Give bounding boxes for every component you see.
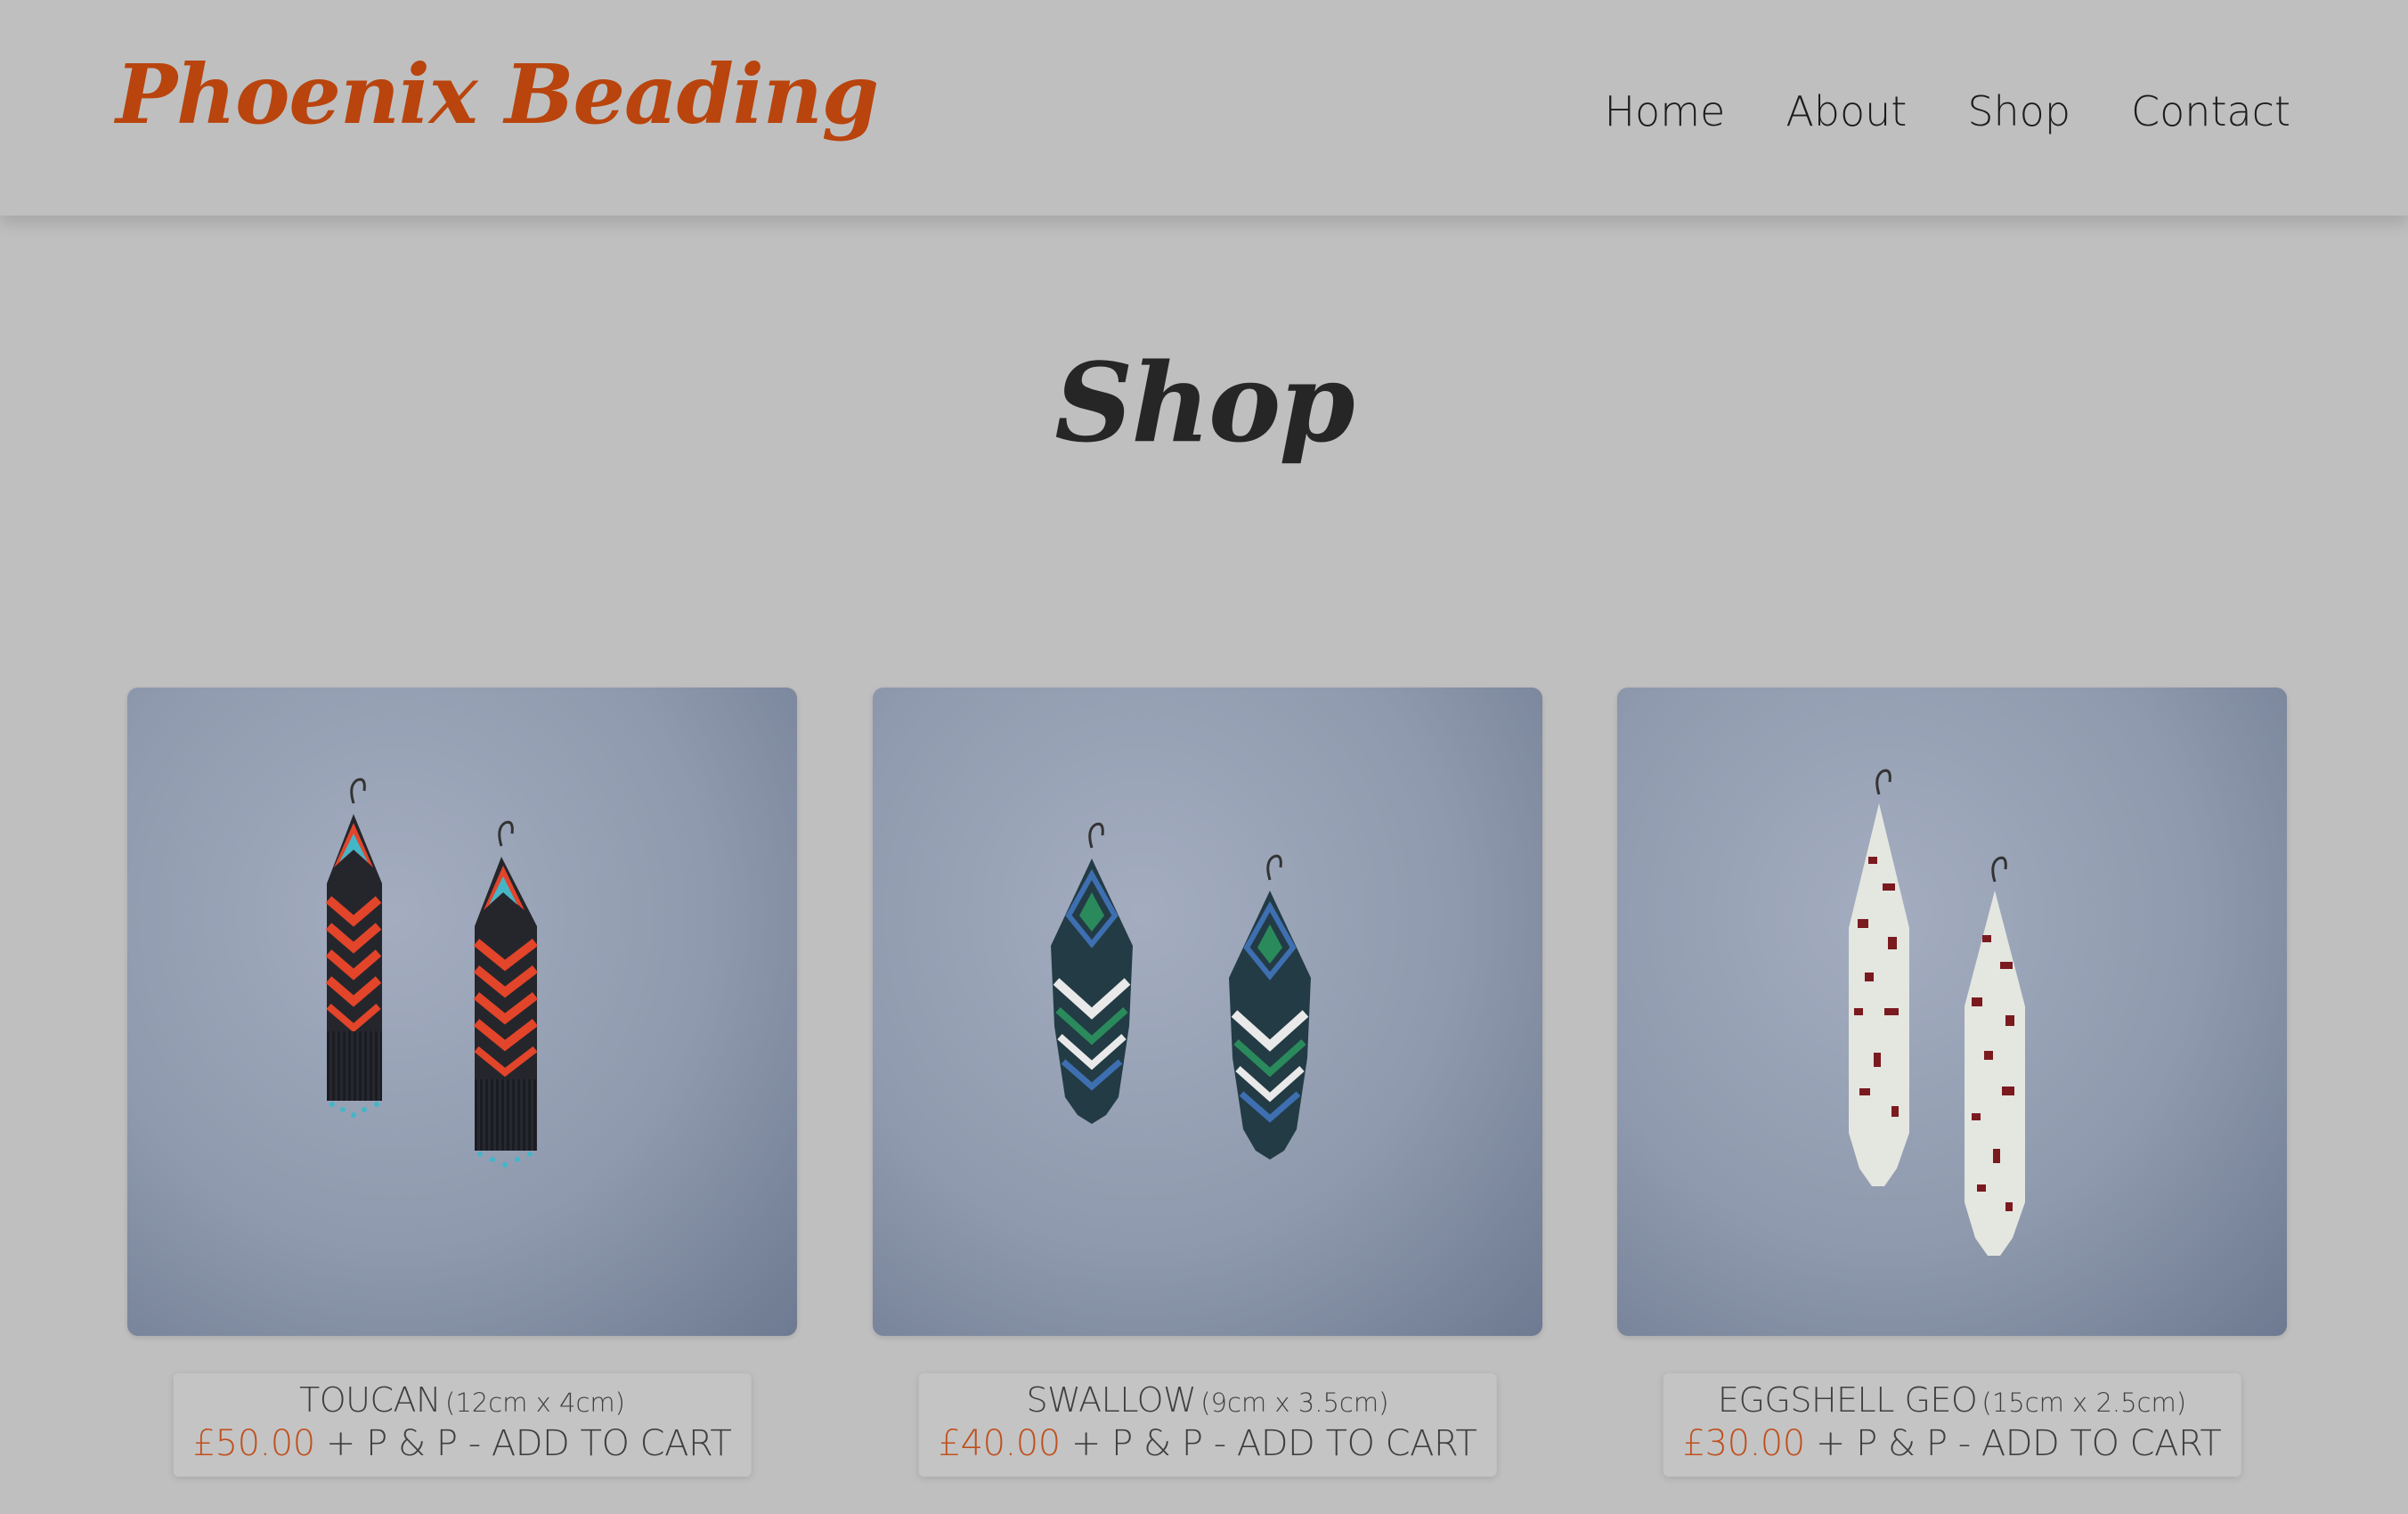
postage-note: + P & P - [325, 1423, 481, 1464]
product-caption-toucan: TOUCAN (12cm x 4cm) £50.00 + P & P - ADD… [173, 1373, 752, 1477]
product-caption-eggshell-geo: EGGSHELL GEO (15cm x 2.5cm) £30.00 + P &… [1663, 1373, 2241, 1477]
earring-right [1965, 856, 2025, 1256]
nav-contact-link[interactable]: Contact [2131, 87, 2290, 135]
product-size: (12cm x 4cm) [445, 1388, 625, 1418]
main-nav: Home About Shop Contact [1604, 87, 2290, 135]
site-logo[interactable]: Phoenix Beading [116, 46, 879, 142]
product-card-toucan: TOUCAN (12cm x 4cm) £50.00 + P & P - ADD… [127, 688, 797, 1477]
product-caption-swallow: SWALLOW (9cm x 3.5cm) £40.00 + P & P - A… [918, 1373, 1497, 1477]
product-name[interactable]: EGGSHELL GEO [1718, 1380, 1978, 1420]
product-name[interactable]: TOUCAN [299, 1380, 441, 1420]
earring-right [1229, 854, 1311, 1160]
product-image-toucan[interactable] [127, 688, 797, 1336]
earring-right [473, 820, 539, 1168]
earring-left [1051, 822, 1133, 1124]
eggshell-geo-earrings-illustration [1849, 769, 2025, 1256]
product-name[interactable]: SWALLOW [1027, 1380, 1197, 1420]
product-price: £50.00 [192, 1423, 315, 1464]
postage-note: + P & P - [1070, 1423, 1226, 1464]
swallow-earrings-illustration [1051, 822, 1311, 1160]
postage-note: + P & P - [1815, 1423, 1971, 1464]
site-header: Phoenix Beading Home About Shop Contact [0, 0, 2408, 216]
earring-left [325, 777, 382, 1118]
earring-left [1849, 769, 1909, 1186]
add-to-cart-link[interactable]: ADD TO CART [492, 1423, 732, 1464]
product-card-eggshell-geo: EGGSHELL GEO (15cm x 2.5cm) £30.00 + P &… [1617, 688, 2287, 1477]
product-price: £40.00 [938, 1423, 1061, 1464]
nav-home-link[interactable]: Home [1604, 87, 1725, 135]
product-card-swallow: SWALLOW (9cm x 3.5cm) £40.00 + P & P - A… [873, 688, 1542, 1477]
product-size: (9cm x 3.5cm) [1200, 1388, 1389, 1418]
page-title: Shop [1054, 338, 1354, 467]
product-price: £30.00 [1682, 1423, 1805, 1464]
add-to-cart-link[interactable]: ADD TO CART [1981, 1423, 2222, 1464]
toucan-earrings-illustration [325, 777, 539, 1168]
product-image-swallow[interactable] [873, 688, 1542, 1336]
nav-about-link[interactable]: About [1786, 87, 1907, 135]
product-size: (15cm x 2.5cm) [1981, 1388, 2187, 1418]
product-image-eggshell-geo[interactable] [1617, 688, 2287, 1336]
nav-shop-link[interactable]: Shop [1967, 87, 2070, 135]
add-to-cart-link[interactable]: ADD TO CART [1237, 1423, 1477, 1464]
